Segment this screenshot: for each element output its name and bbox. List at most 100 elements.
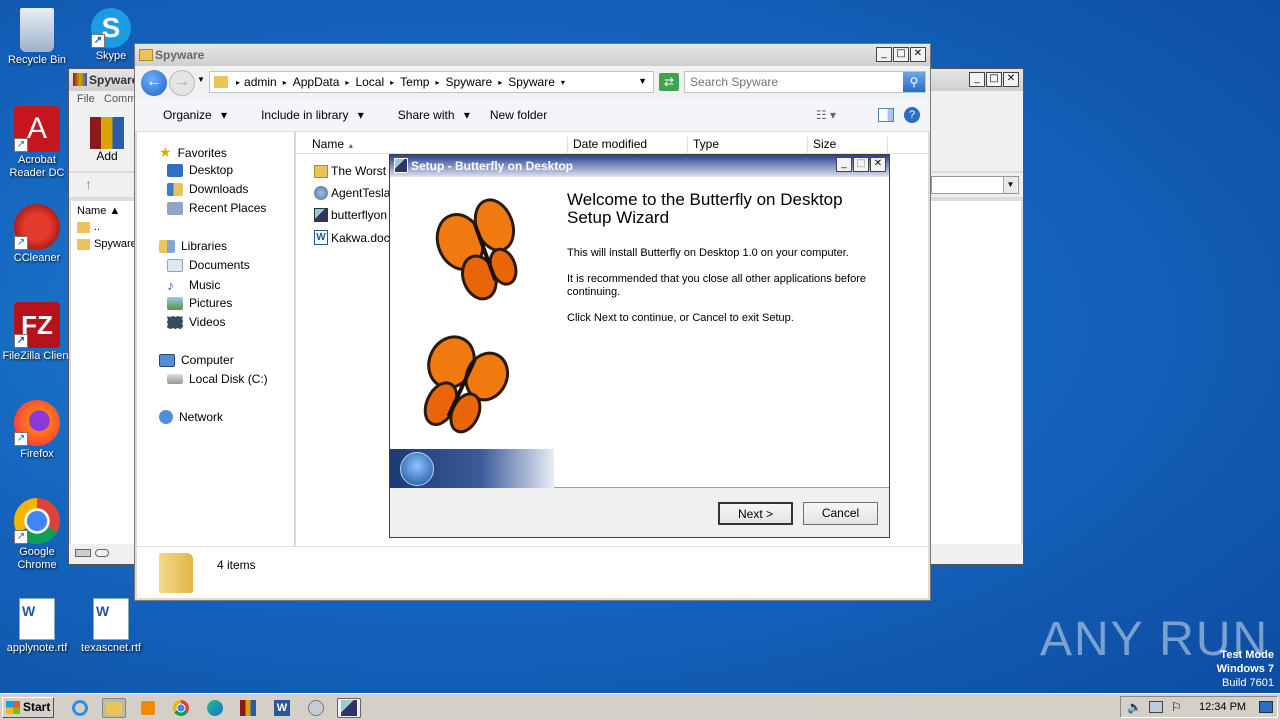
breadcrumb-separator: ▸: [236, 77, 241, 87]
show-desktop-icon[interactable]: [1259, 701, 1273, 713]
close-button[interactable]: ✕: [870, 157, 886, 172]
setup-dialog[interactable]: Setup - Butterfly on Desktop _ □ ✕ Welco…: [389, 154, 890, 538]
search-input[interactable]: [690, 73, 900, 91]
next-button[interactable]: Next >: [718, 502, 793, 525]
breadcrumb-item[interactable]: Local: [355, 75, 384, 89]
share-with-button[interactable]: Share with ▾: [384, 108, 470, 122]
search-icon[interactable]: ⚲: [903, 72, 925, 92]
nav-documents[interactable]: Documents: [167, 258, 250, 272]
shortcut-arrow-icon: ↗: [14, 138, 28, 152]
new-folder-button[interactable]: New folder: [490, 108, 547, 122]
breadcrumb-item[interactable]: Temp: [400, 75, 429, 89]
col-date-modified[interactable]: Date modified: [573, 137, 647, 151]
refresh-button[interactable]: ⇄: [659, 73, 679, 91]
up-arrow-icon[interactable]: ↑: [85, 176, 92, 192]
shortcut-arrow-icon: ↗: [14, 236, 28, 250]
back-col-name[interactable]: Name ▲: [77, 205, 120, 217]
wizard-text-2: It is recommended that you close all oth…: [567, 273, 866, 298]
desktop-icon-applynote[interactable]: W applynote.rtf: [0, 598, 74, 655]
nav-music[interactable]: ♪ Music: [167, 277, 220, 293]
nav-local-disk[interactable]: Local Disk (C:): [167, 372, 268, 386]
breadcrumb[interactable]: ▸ admin ▸ AppData ▸ Local ▸ Temp ▸ Spyware ▸ …: [209, 71, 654, 93]
nav-network[interactable]: Network: [159, 410, 223, 424]
start-button[interactable]: Start: [2, 697, 54, 718]
setup-app-icon: [394, 158, 408, 173]
list-item[interactable]: Spyware: [77, 238, 137, 250]
col-name[interactable]: Name ▲: [312, 137, 354, 151]
preview-pane-icon[interactable]: [878, 107, 894, 122]
nav-recent-places[interactable]: Recent Places: [167, 201, 266, 215]
maximize-button[interactable]: □: [853, 157, 869, 172]
installer-icon: [314, 208, 328, 222]
nav-computer[interactable]: Computer: [159, 353, 234, 367]
desktop-icon-texascnet[interactable]: W texascnet.rtf: [74, 598, 148, 655]
word-taskbar-icon[interactable]: W: [270, 698, 294, 718]
col-size[interactable]: Size: [813, 137, 836, 151]
include-library-button[interactable]: Include in library ▾: [247, 108, 364, 122]
view-options-icon[interactable]: ☷ ▾: [816, 108, 836, 122]
nav-favorites[interactable]: ★ Favorites: [159, 144, 227, 161]
setup-taskbar-icon[interactable]: [337, 698, 361, 718]
desktop-icon-label: Firefox: [20, 448, 54, 460]
minimize-button[interactable]: _: [969, 72, 985, 87]
chevron-down-icon: ▼: [1003, 177, 1017, 193]
file-row[interactable]: The Worst: [314, 164, 386, 178]
cancel-button[interactable]: Cancel: [803, 502, 878, 525]
recycle-bin-icon: [20, 8, 54, 52]
nav-videos[interactable]: Videos: [167, 315, 225, 329]
organize-button[interactable]: Organize ▾: [149, 108, 227, 122]
breadcrumb-item[interactable]: admin: [244, 75, 277, 89]
path-dropdown[interactable]: ▼: [931, 176, 1019, 194]
breadcrumb-item[interactable]: Spyware: [508, 75, 555, 89]
wizard-text-3: Click Next to continue, or Cancel to exi…: [567, 312, 794, 324]
volume-icon[interactable]: 🔈: [1127, 700, 1142, 714]
forward-nav-button[interactable]: →: [169, 70, 195, 96]
minimize-button[interactable]: _: [876, 47, 892, 62]
nav-desktop[interactable]: Desktop: [167, 163, 233, 177]
action-center-icon[interactable]: ⚐: [1171, 700, 1182, 714]
network-tray-icon[interactable]: [1149, 701, 1163, 713]
help-icon[interactable]: ?: [904, 106, 920, 123]
ie-taskbar-icon[interactable]: [68, 698, 92, 718]
nav-pictures[interactable]: Pictures: [167, 296, 232, 310]
file-row[interactable]: AgentTesla: [314, 186, 390, 200]
file-row[interactable]: W Kakwa.doc: [314, 230, 390, 245]
breadcrumb-item[interactable]: AppData: [293, 75, 340, 89]
documents-icon: [167, 258, 183, 272]
col-type[interactable]: Type: [693, 137, 719, 151]
edge-taskbar-icon[interactable]: [203, 698, 227, 718]
desktop-icon-firefox[interactable]: ↗ Firefox: [0, 400, 74, 461]
minimize-button[interactable]: _: [836, 157, 852, 172]
breadcrumb-item[interactable]: Spyware: [446, 75, 493, 89]
chevron-down-icon[interactable]: ▼: [197, 75, 205, 84]
winrar-taskbar-icon[interactable]: [236, 698, 260, 718]
back-nav-button[interactable]: ←: [141, 70, 167, 96]
maximize-button[interactable]: □: [893, 47, 909, 62]
file-row[interactable]: butterflyon: [314, 208, 387, 222]
desktop-icon-chrome[interactable]: ↗ Google Chrome: [0, 498, 74, 572]
desktop-icon-ccleaner[interactable]: ↗ CCleaner: [0, 204, 74, 265]
desktop-icon-recycle-bin[interactable]: Recycle Bin: [0, 8, 74, 67]
add-label: Add: [96, 149, 118, 163]
media-player-taskbar-icon[interactable]: [136, 698, 160, 718]
installer-taskbar-icon[interactable]: [304, 698, 328, 718]
list-item[interactable]: ..: [77, 221, 100, 233]
desktop-icon-label: applynote.rtf: [6, 642, 68, 654]
explorer-titlebar[interactable]: Spyware _ □ ✕: [135, 44, 930, 66]
clock[interactable]: 12:34 PM: [1199, 701, 1246, 713]
setup-titlebar[interactable]: Setup - Butterfly on Desktop _ □ ✕: [390, 155, 889, 177]
chevron-down-icon[interactable]: ▼: [638, 76, 647, 86]
add-button[interactable]: Add: [87, 117, 127, 163]
menu-file[interactable]: File: [77, 93, 95, 105]
nav-libraries[interactable]: Libraries: [159, 239, 227, 253]
close-button[interactable]: ✕: [1003, 72, 1019, 87]
search-box[interactable]: ⚲: [684, 71, 926, 93]
menu-comm[interactable]: Comm: [104, 93, 136, 105]
desktop-icon-acrobat[interactable]: A ↗ Acrobat Reader DC: [0, 106, 74, 180]
desktop-icon-filezilla[interactable]: FZ ↗ FileZilla Client: [0, 302, 74, 363]
explorer-taskbar-icon[interactable]: [102, 698, 126, 718]
chrome-taskbar-icon[interactable]: [169, 698, 193, 718]
nav-downloads[interactable]: Downloads: [167, 182, 248, 196]
maximize-button[interactable]: □: [986, 72, 1002, 87]
close-button[interactable]: ✕: [910, 47, 926, 62]
